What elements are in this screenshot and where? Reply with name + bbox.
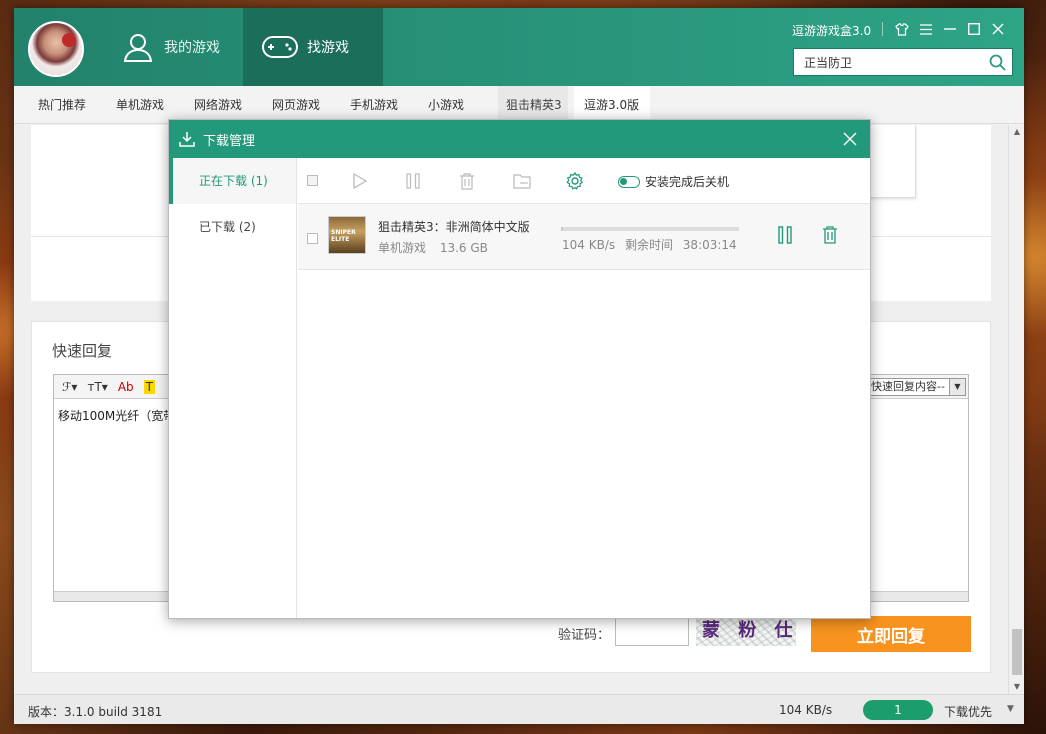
tab-my-games-label: 我的游戏 (164, 40, 220, 56)
font-size-button[interactable]: ᴛT▾ (87, 380, 107, 394)
download-speed-info: 104 KB/s 剩余时间 38:03:14 (562, 236, 743, 253)
dialog-close-icon[interactable] (840, 129, 860, 149)
scroll-thumb[interactable] (1012, 629, 1022, 675)
page-scrollbar[interactable]: ▲ ▼ (1008, 125, 1024, 694)
download-manager-dialog: 下载管理 正在下载 (1) 已下载 (2) 安装完成后关机 SNIPER ELI… (168, 119, 871, 619)
dialog-sidebar: 正在下载 (1) 已下载 (2) (169, 158, 297, 618)
dialog-title: 下载管理 (203, 133, 256, 149)
font-color-button[interactable]: Ab (118, 380, 134, 394)
dropdown-arrow-icon: ▼ (949, 379, 965, 395)
captcha-image[interactable]: 蒙 粉 仕 谷 (696, 616, 796, 646)
reply-template-select[interactable]: 快速回复内容-- ▼ (856, 378, 966, 396)
app-header: 我的游戏 找游戏 逗游游戏盒3.0 (14, 8, 1024, 86)
user-icon (123, 34, 153, 62)
search-icon[interactable] (989, 54, 1006, 74)
maximize-icon[interactable] (963, 18, 985, 40)
search-box (793, 48, 1013, 76)
skin-icon[interactable] (891, 18, 913, 40)
avatar[interactable] (28, 21, 84, 77)
gamepad-icon (262, 36, 298, 58)
captcha-input[interactable] (615, 618, 689, 646)
remaining-time: 38:03:14 (682, 238, 737, 252)
trash-icon[interactable] (457, 171, 477, 191)
play-icon[interactable] (350, 171, 370, 191)
chevron-down-icon[interactable]: ▼ (1007, 704, 1014, 714)
download-count-badge[interactable]: 1 (863, 700, 933, 720)
download-item-checkbox[interactable] (307, 233, 318, 244)
shutdown-after-install-toggle[interactable]: 安装完成后关机 (618, 173, 729, 190)
app-title: 逗游游戏盒3.0 (792, 24, 872, 38)
download-progress-fill (561, 227, 563, 231)
pause-icon[interactable] (403, 171, 423, 191)
menu-icon[interactable] (915, 18, 937, 40)
folder-icon[interactable] (512, 171, 532, 191)
search-input[interactable] (794, 49, 984, 75)
download-priority[interactable]: 下载优先 (944, 703, 992, 720)
status-speed: 104 KB/s (779, 703, 833, 717)
tab-single[interactable]: 单机游戏 (116, 86, 164, 124)
minimize-icon[interactable] (939, 18, 961, 40)
highlight-button[interactable]: T (143, 379, 155, 394)
scroll-down-icon[interactable]: ▼ (1009, 680, 1024, 694)
game-cover-image: SNIPER ELITE (328, 216, 366, 254)
download-icon (179, 132, 195, 147)
shutdown-toggle-label: 安装完成后关机 (645, 175, 730, 189)
game-meta: 单机游戏 13.6 GB (378, 239, 498, 256)
settings-gear-icon[interactable] (565, 171, 585, 191)
game-category: 单机游戏 (378, 241, 427, 255)
dialog-header: 下载管理 (169, 120, 870, 158)
sidebar-item-downloading[interactable]: 正在下载 (1) (169, 158, 296, 204)
select-all-checkbox[interactable] (307, 175, 318, 186)
submit-reply-button[interactable]: 立即回复 (811, 616, 971, 652)
game-name: 狙击精英3：非洲简体中文版 (378, 220, 530, 234)
window-controls (876, 18, 1009, 40)
item-pause-icon[interactable] (778, 226, 792, 247)
tab-find-games-label: 找游戏 (307, 40, 349, 56)
quick-reply-title: 快速回复 (52, 342, 113, 360)
font-family-button[interactable]: ℱ▾ (62, 380, 77, 394)
tab-my-games[interactable]: 我的游戏 (122, 8, 242, 86)
close-icon[interactable] (987, 18, 1009, 40)
status-bar: 版本：3.1.0 build 3181 104 KB/s 1 下载优先 ▼ (14, 694, 1024, 724)
scroll-up-icon[interactable]: ▲ (1009, 125, 1024, 139)
toggle-switch-icon (618, 175, 640, 188)
dialog-toolbar: 安装完成后关机 (298, 158, 870, 204)
sidebar-item-downloaded[interactable]: 已下载 (2) (169, 204, 296, 250)
tab-find-games[interactable]: 找游戏 (243, 8, 383, 86)
tab-hot[interactable]: 热门推荐 (38, 86, 86, 124)
download-item-row[interactable]: SNIPER ELITE 狙击精英3：非洲简体中文版 单机游戏 13.6 GB … (298, 204, 870, 270)
version-text: 版本：3.1.0 build 3181 (28, 705, 163, 719)
download-progress-bar (561, 227, 739, 231)
game-size: 13.6 GB (439, 241, 488, 255)
reply-template-value: 快速回复内容-- (871, 380, 945, 393)
remaining-label: 剩余时间 (624, 238, 673, 252)
captcha-label: 验证码： (558, 628, 611, 643)
item-delete-icon[interactable] (822, 226, 838, 247)
download-speed: 104 KB/s (562, 238, 616, 252)
